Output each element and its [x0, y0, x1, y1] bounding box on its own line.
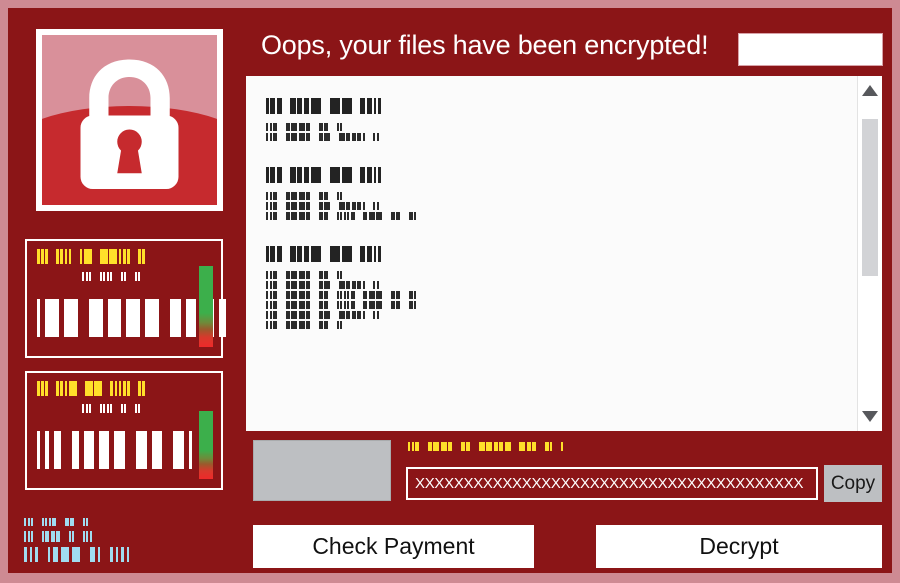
timer-panel-subtitle: [37, 404, 187, 413]
page-title: Oops, your files have been encrypted!: [261, 30, 709, 60]
support-info-line: [24, 518, 224, 526]
note-paragraph: [266, 192, 841, 200]
copy-button[interactable]: Copy: [824, 465, 882, 502]
note-paragraph: [266, 321, 841, 329]
ransom-note-window: Oops, your files have been encrypted! XX…: [0, 0, 900, 583]
note-paragraph: [266, 202, 841, 210]
note-paragraph: [266, 212, 841, 220]
bitcoin-address-label: [408, 442, 828, 451]
note-block: [266, 98, 841, 141]
note-paragraph: [266, 271, 841, 279]
support-info-line: [24, 531, 224, 542]
note-paragraph: [266, 133, 841, 141]
scroll-down-arrow-icon[interactable]: [862, 411, 878, 422]
note-paragraph: [266, 301, 841, 309]
lock-icon-background: [42, 35, 217, 205]
timer-gauge: [199, 266, 213, 347]
note-heading: [266, 167, 841, 183]
window-canvas: Oops, your files have been encrypted! XX…: [8, 8, 892, 573]
check-payment-button[interactable]: Check Payment: [253, 525, 534, 568]
note-paragraph: [266, 311, 841, 319]
timer-panel-heading: [37, 249, 187, 264]
timer-panel-payment-deadline: [25, 239, 227, 358]
timer-panel-countdown: [37, 297, 227, 339]
note-scrollbar[interactable]: [857, 76, 882, 431]
note-block: [266, 167, 841, 220]
note-heading: [266, 246, 841, 262]
note-heading: [266, 98, 841, 114]
timer-panel-file-loss-deadline: [25, 371, 223, 490]
scroll-up-arrow-icon[interactable]: [862, 85, 878, 96]
decrypt-button[interactable]: Decrypt: [596, 525, 882, 568]
note-paragraph: [266, 291, 841, 299]
timer-panel-subtitle: [37, 272, 187, 281]
timer-panel-countdown: [37, 429, 193, 471]
bitcoin-qr-code: [253, 440, 391, 501]
support-info-line: [24, 547, 224, 562]
padlock-icon: [80, 59, 179, 189]
language-select[interactable]: [738, 33, 883, 66]
note-paragraph: [266, 123, 841, 131]
timer-panel-heading: [37, 381, 187, 396]
lock-icon-frame: [36, 29, 223, 211]
timer-gauge: [199, 411, 213, 479]
bitcoin-address-input[interactable]: XXXXXXXXXXXXXXXXXXXXXXXXXXXXXXXXXXXXXXXX: [406, 467, 818, 500]
support-info-block: [24, 518, 224, 562]
ransom-note-content: [246, 76, 857, 431]
ransom-note-textarea[interactable]: [246, 76, 882, 431]
scrollbar-thumb[interactable]: [862, 119, 878, 276]
note-block: [266, 246, 841, 329]
note-paragraph: [266, 281, 841, 289]
